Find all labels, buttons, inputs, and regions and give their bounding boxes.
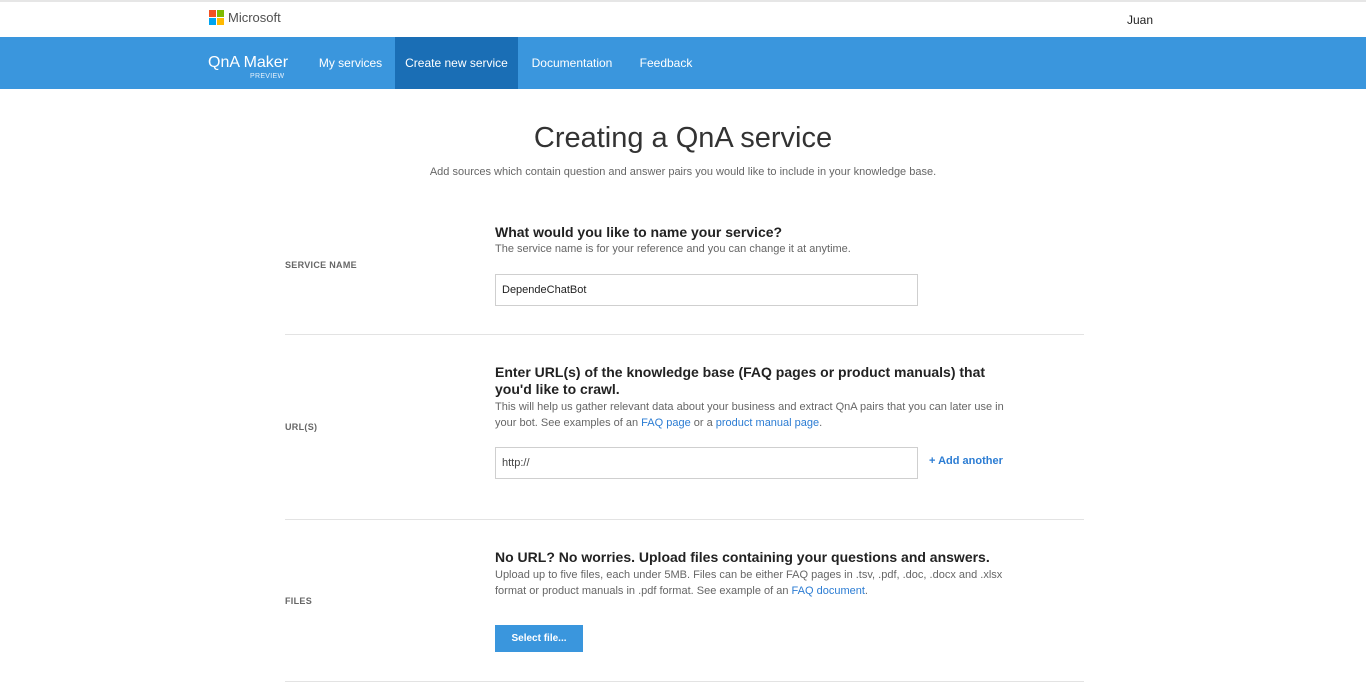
section-divider: [285, 334, 1084, 335]
files-question: No URL? No worries. Upload files contain…: [495, 549, 990, 565]
microsoft-logo-text: Microsoft: [228, 10, 281, 25]
url-input[interactable]: [495, 447, 918, 479]
top-nav: QnA Maker PREVIEW My services Create new…: [0, 37, 1366, 89]
urls-description: This will help us gather relevant data a…: [495, 399, 1005, 431]
select-file-button[interactable]: Select file...: [495, 625, 583, 652]
files-description-text: Upload up to five files, each under 5MB.…: [495, 569, 1003, 597]
page-subtitle: Add sources which contain question and a…: [429, 166, 937, 178]
page-title: Creating a QnA service: [533, 122, 833, 154]
user-name[interactable]: Juan: [1127, 13, 1153, 27]
service-name-description: The service name is for your reference a…: [495, 243, 851, 255]
files-description: Upload up to five files, each under 5MB.…: [495, 567, 1005, 599]
microsoft-logo-icon: [209, 10, 224, 25]
urls-description-end: .: [819, 417, 823, 429]
microsoft-logo[interactable]: Microsoft: [209, 10, 281, 25]
urls-description-mid: or a: [690, 417, 716, 429]
nav-feedback[interactable]: Feedback: [626, 37, 706, 89]
service-name-label: SERVICE NAME: [285, 260, 357, 270]
nav-create-new-service[interactable]: Create new service: [395, 37, 518, 89]
product-manual-page-link[interactable]: product manual page: [716, 417, 819, 429]
files-description-end: .: [864, 585, 868, 597]
nav-my-services[interactable]: My services: [306, 37, 395, 89]
nav-documentation[interactable]: Documentation: [518, 37, 626, 89]
add-another-url-link[interactable]: + Add another: [929, 455, 1003, 467]
section-divider: [285, 681, 1084, 682]
top-border: [0, 0, 1366, 2]
service-name-input[interactable]: [495, 274, 918, 306]
files-label: FILES: [285, 596, 313, 606]
faq-page-link[interactable]: FAQ page: [641, 417, 691, 429]
faq-document-link[interactable]: FAQ document: [792, 585, 865, 597]
section-divider: [285, 519, 1084, 520]
app-name[interactable]: QnA Maker: [208, 54, 288, 72]
preview-badge: PREVIEW: [250, 73, 285, 80]
urls-label: URL(S): [285, 422, 318, 432]
urls-question: Enter URL(s) of the knowledge base (FAQ …: [495, 364, 986, 397]
service-name-question: What would you like to name your service…: [495, 224, 783, 240]
